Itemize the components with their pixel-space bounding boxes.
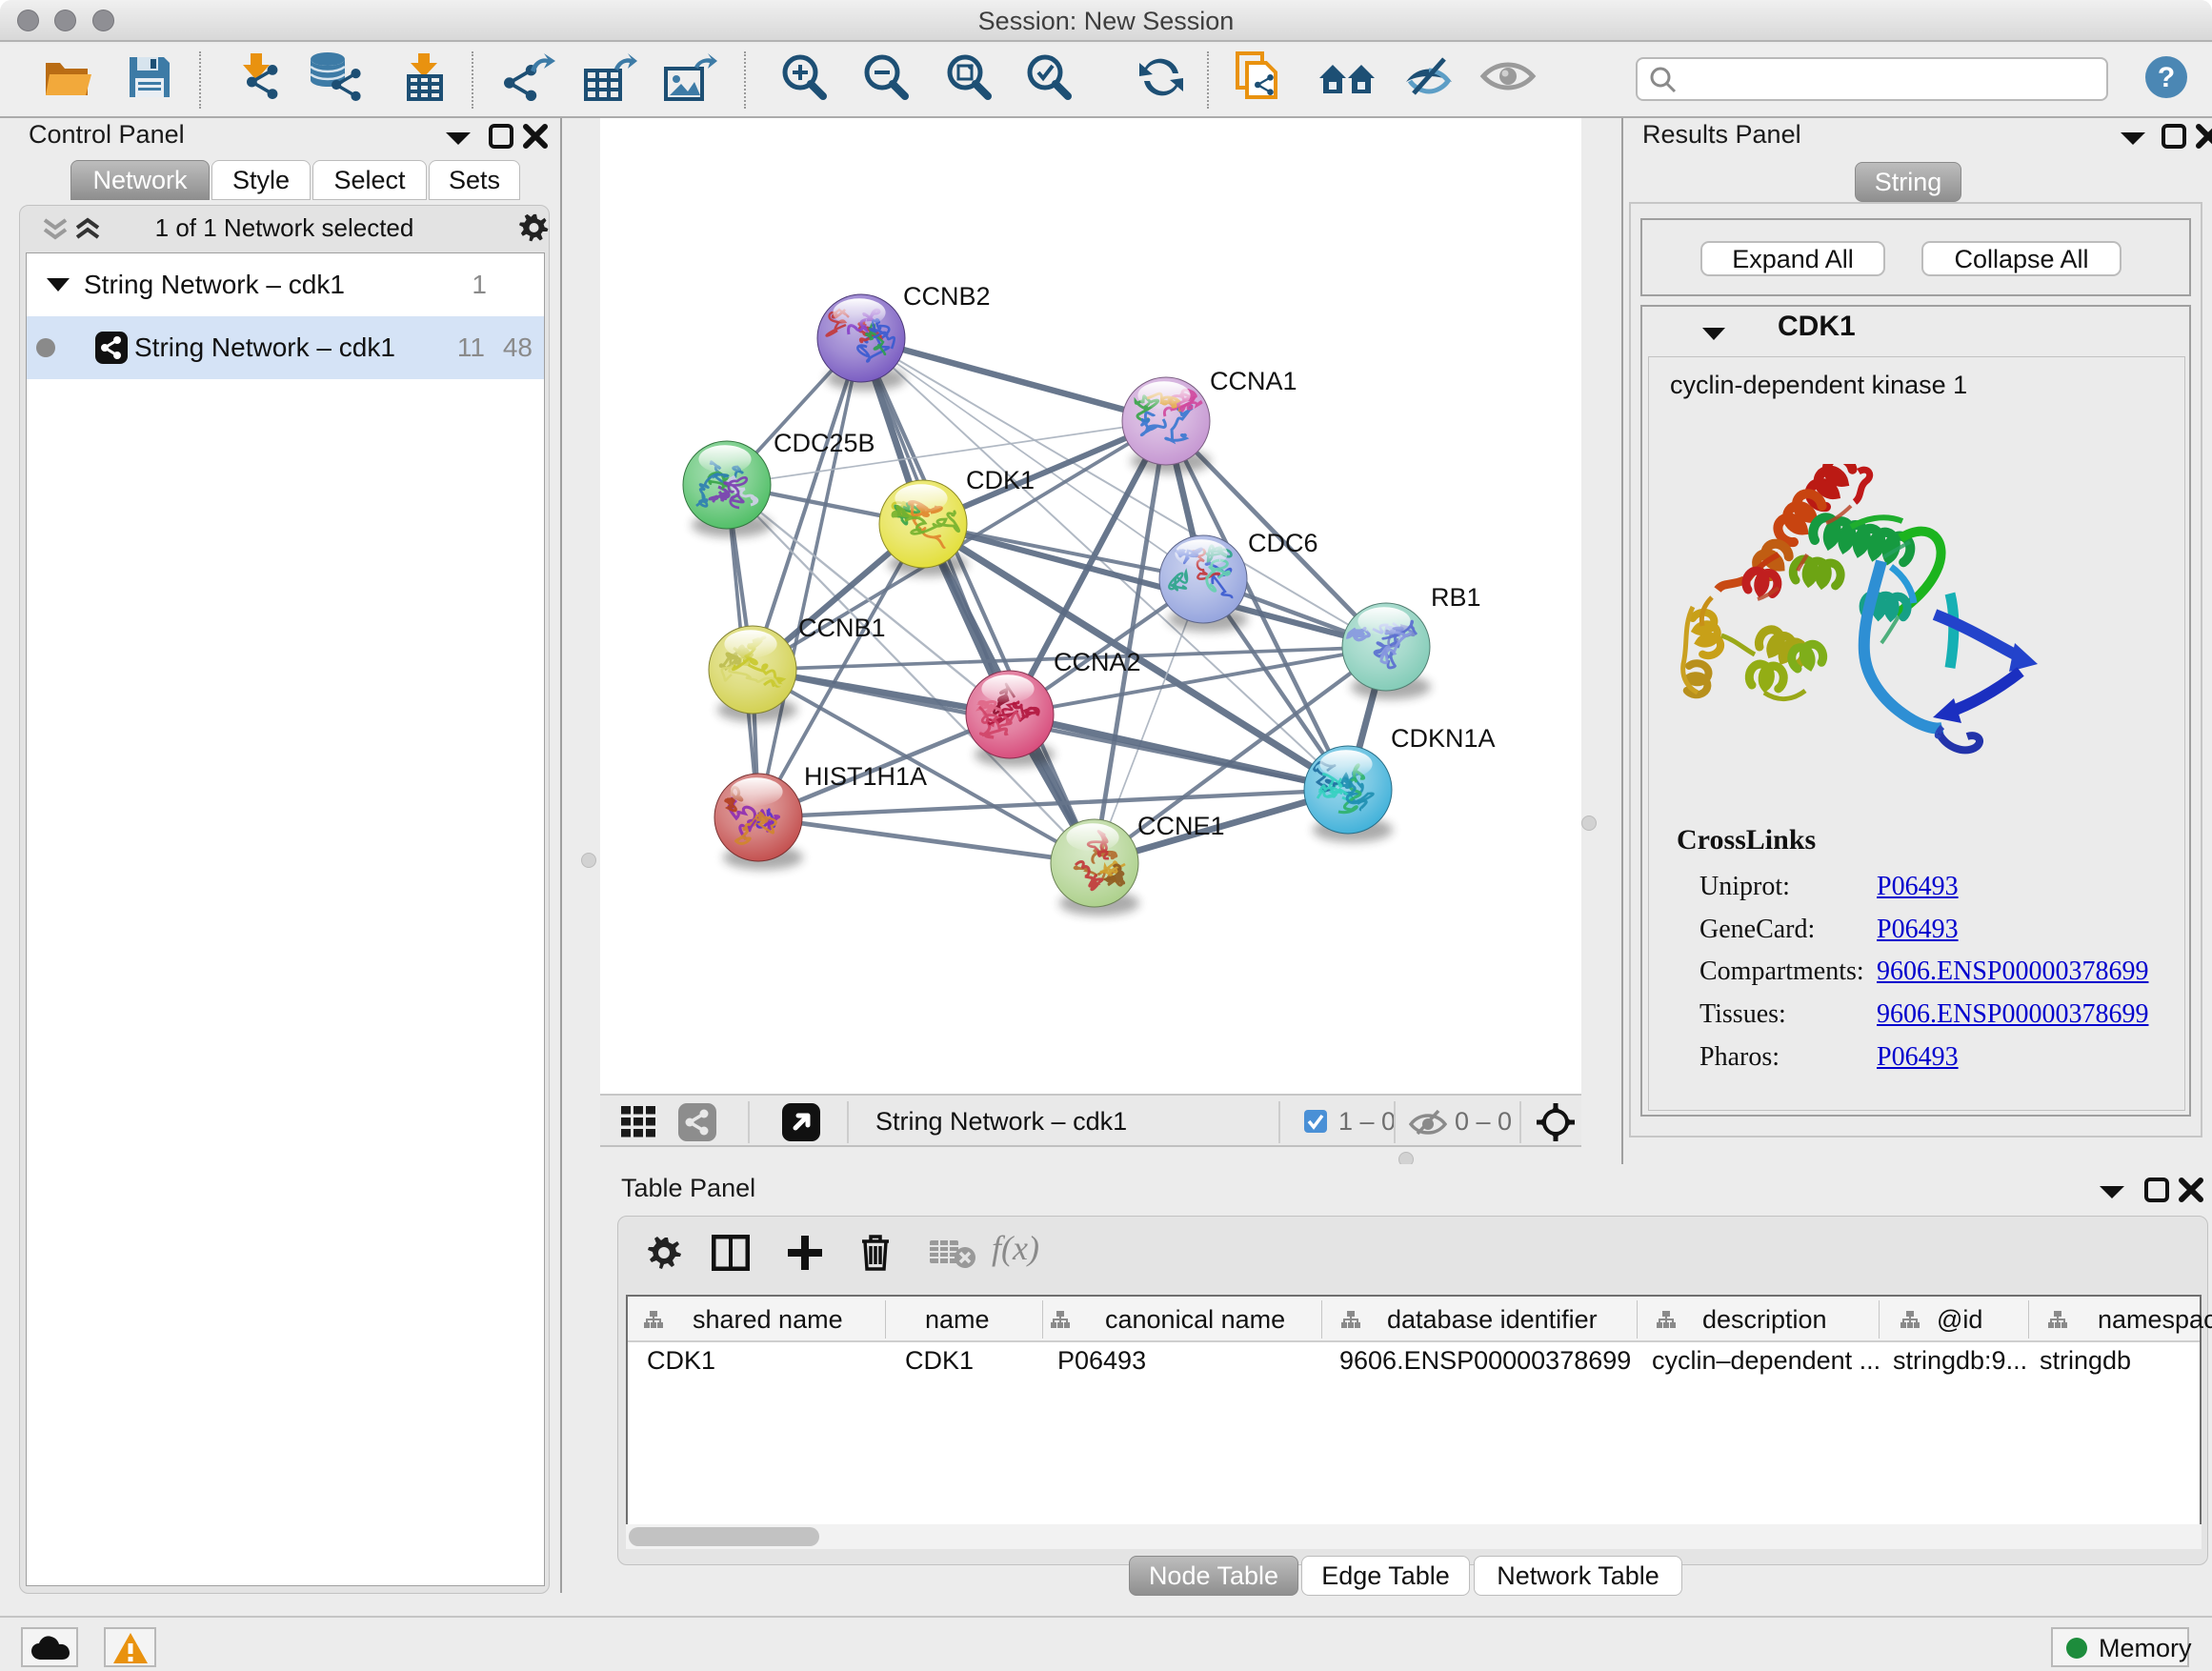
svg-text:CDC6: CDC6 xyxy=(1248,529,1318,557)
svg-text:RB1: RB1 xyxy=(1431,583,1481,612)
svg-text:CCNE1: CCNE1 xyxy=(1137,812,1225,840)
svg-text:CDC25B: CDC25B xyxy=(774,429,875,457)
svg-text:CDK1: CDK1 xyxy=(966,466,1035,494)
svg-text:CCNA1: CCNA1 xyxy=(1210,367,1297,395)
svg-text:?: ? xyxy=(2158,62,2175,93)
svg-text:HIST1H1A: HIST1H1A xyxy=(804,762,927,791)
svg-text:CCNB1: CCNB1 xyxy=(798,614,886,642)
svg-text:CCNA2: CCNA2 xyxy=(1054,648,1141,676)
svg-text:CCNB2: CCNB2 xyxy=(903,282,991,311)
svg-text:CDKN1A: CDKN1A xyxy=(1391,724,1496,753)
